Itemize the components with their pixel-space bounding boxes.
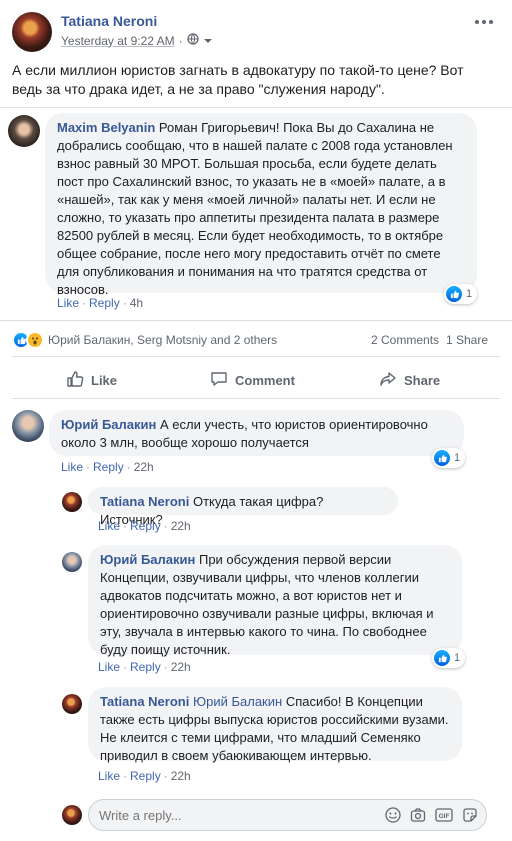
like-link[interactable]: Like <box>98 519 120 533</box>
comment-time[interactable]: 22h <box>171 769 191 783</box>
reactions-summary[interactable]: Юрий Балакин, Serg Motsniy and 2 others <box>12 331 277 349</box>
like-reaction-icon <box>446 286 462 302</box>
reply-link[interactable]: Reply <box>89 296 120 310</box>
post-author-avatar[interactable] <box>12 12 52 52</box>
avatar[interactable] <box>62 552 82 572</box>
comment-author[interactable]: Tatiana Neroni <box>100 494 189 509</box>
comment-time[interactable]: 22h <box>134 460 154 474</box>
section-divider <box>0 320 512 321</box>
comment-button[interactable]: Comment <box>210 370 295 391</box>
post-author-name[interactable]: Tatiana Neroni <box>61 13 157 29</box>
comment-bubble: Tatiana Neroni Юрий Балакин Спасибо! В К… <box>88 687 462 763</box>
post-text: А если миллион юристов загнать в адвокат… <box>12 62 464 97</box>
thumbs-up-icon <box>66 370 84 391</box>
reply-link[interactable]: Reply <box>93 460 124 474</box>
reaction-count[interactable]: 1 <box>432 448 466 468</box>
reactors-text[interactable]: Юрий Балакин, Serg Motsniy and 2 others <box>48 333 277 347</box>
avatar[interactable] <box>12 410 44 442</box>
reply-link[interactable]: Reply <box>130 660 161 674</box>
comment-author[interactable]: Юрий Балакин <box>61 417 156 432</box>
gif-icon[interactable]: GIF <box>435 807 453 826</box>
reply-link[interactable]: Reply <box>130 519 161 533</box>
share-arrow-icon <box>379 370 397 391</box>
comment-author[interactable]: Tatiana Neroni <box>100 694 189 709</box>
post-meta: Yesterday at 9:22 AM · <box>61 33 213 48</box>
reaction-count[interactable]: 1 <box>444 284 478 304</box>
comment-bubble: Maxim Belyanin Роман Григорьевич! Пока В… <box>45 113 477 297</box>
reply-tools: GIF <box>385 807 478 826</box>
comment-bubble: Юрий Балакин А если учесть, что юристов … <box>49 410 464 456</box>
comments-count[interactable]: 2 Comments <box>371 333 439 347</box>
avatar[interactable] <box>62 694 82 714</box>
reply-link[interactable]: Reply <box>130 769 161 783</box>
like-reaction-icon <box>434 450 450 466</box>
like-button[interactable]: Like <box>66 370 117 391</box>
comment-bubble: Юрий Балакин При обсуждения первой верси… <box>88 545 462 657</box>
avatar[interactable] <box>62 492 82 512</box>
share-button[interactable]: Share <box>379 370 440 391</box>
comment-author[interactable]: Юрий Балакин <box>100 552 195 567</box>
comment-actions: Like · Reply · 22h <box>98 660 191 674</box>
post-timestamp[interactable]: Yesterday at 9:22 AM <box>61 34 175 48</box>
comment-mention[interactable]: Юрий Балакин <box>193 694 282 709</box>
wow-reaction-icon <box>26 331 44 349</box>
more-options-icon[interactable] <box>474 14 494 30</box>
reply-input[interactable] <box>99 807 369 823</box>
shares-count[interactable]: 1 Share <box>446 333 488 347</box>
reply-box[interactable]: GIF <box>88 799 487 831</box>
speech-bubble-icon <box>210 370 228 391</box>
comment-author[interactable]: Maxim Belyanin <box>57 120 155 135</box>
comment-text: Роман Григорьевич! Пока Вы до Сахалина н… <box>57 120 453 297</box>
globe-icon <box>186 33 199 48</box>
comment-actions: Like · Reply · 4h <box>57 296 144 310</box>
like-reaction-icon <box>434 650 450 666</box>
avatar[interactable] <box>8 115 40 147</box>
sticker-icon[interactable] <box>462 807 478 826</box>
camera-icon[interactable] <box>410 807 426 826</box>
summary-divider <box>12 356 500 357</box>
comment-time[interactable]: 4h <box>130 296 143 310</box>
comment-time[interactable]: 22h <box>171 660 191 674</box>
post-divider <box>0 107 512 108</box>
like-link[interactable]: Like <box>98 660 120 674</box>
comment-actions: Like · Reply · 22h <box>98 769 191 783</box>
like-link[interactable]: Like <box>98 769 120 783</box>
comment-actions: Like · Reply · 22h <box>61 460 154 474</box>
comment-actions: Like · Reply · 22h <box>98 519 191 533</box>
like-link[interactable]: Like <box>61 460 83 474</box>
comment-bubble: Tatiana Neroni Откуда такая цифра? Источ… <box>88 487 398 527</box>
comment-time[interactable]: 22h <box>171 519 191 533</box>
svg-text:GIF: GIF <box>439 813 450 820</box>
emoji-icon[interactable] <box>385 807 401 826</box>
reaction-count[interactable]: 1 <box>432 648 466 668</box>
comment-text: При обсуждения первой версии Концепции, … <box>100 552 434 657</box>
like-link[interactable]: Like <box>57 296 79 310</box>
actions-divider <box>12 398 500 399</box>
chevron-down-icon[interactable] <box>203 34 213 48</box>
avatar <box>62 805 82 825</box>
